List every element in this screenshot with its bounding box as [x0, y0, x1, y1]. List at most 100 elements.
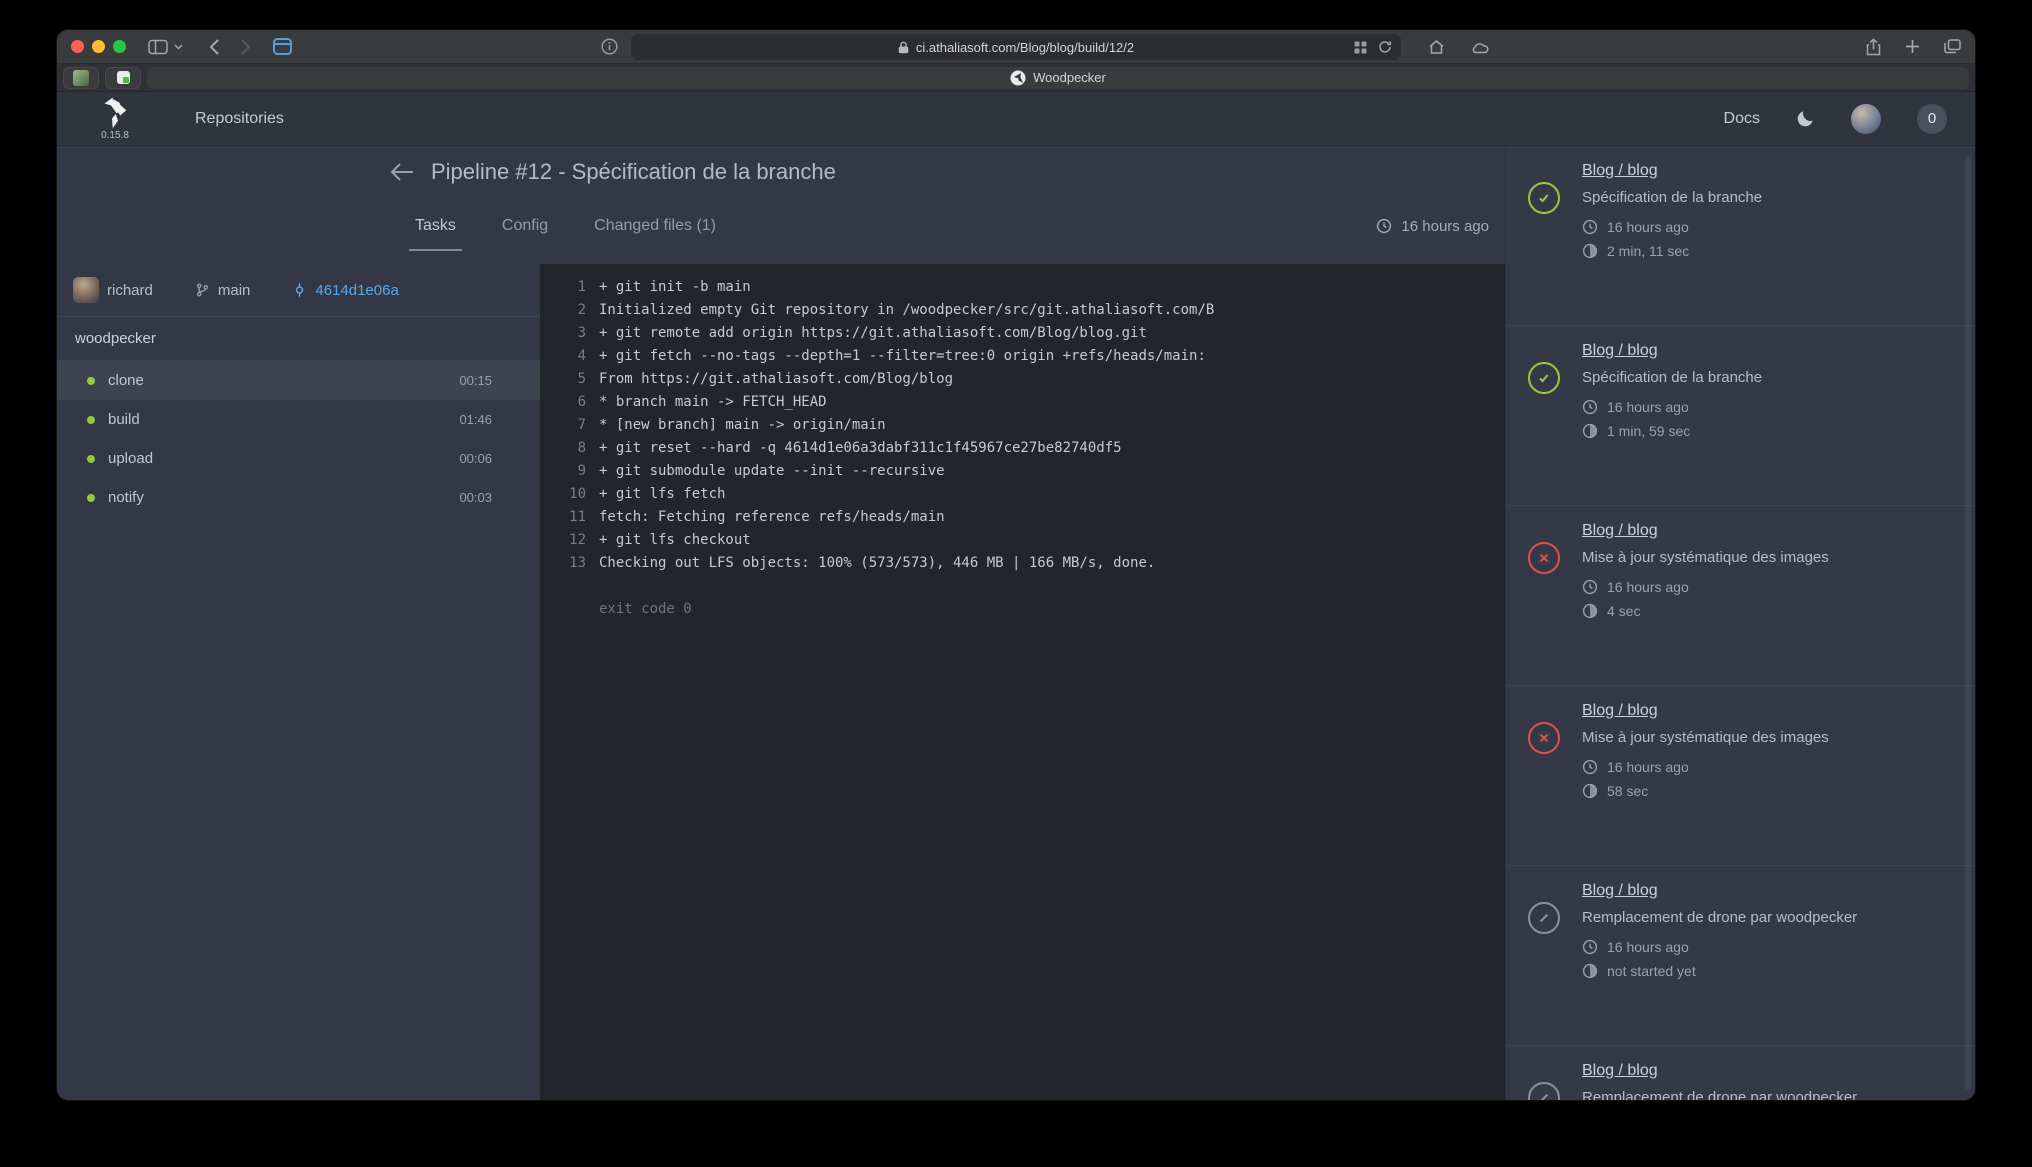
- address-bar[interactable]: ci.athaliasoft.com/Blog/blog/build/12/2: [631, 34, 1401, 60]
- log-line: 1+ git init -b main: [540, 276, 1505, 299]
- commit-message: Spécification de la branche: [1582, 189, 1762, 206]
- forward-button[interactable]: [240, 38, 251, 56]
- pipeline-list-item[interactable]: Blog / blog Spécification de la branche …: [1506, 146, 1975, 326]
- step-status-dot: [87, 377, 95, 385]
- pipeline-title: Pipeline #12 - Spécification de la branc…: [431, 159, 836, 185]
- duration-icon: [1582, 603, 1598, 619]
- pipeline-tabs: Tasks Config Changed files (1) 16 hours …: [57, 198, 1505, 254]
- zoom-window-button[interactable]: [113, 40, 126, 53]
- browser-window: ci.athaliasoft.com/Blog/blog/build/12/2: [57, 30, 1975, 1100]
- success-status-icon: [1528, 362, 1560, 394]
- clock-icon: [1582, 219, 1598, 235]
- log-line: 8+ git reset --hard -q 4614d1e06a3dabf31…: [540, 437, 1505, 460]
- back-arrow-icon[interactable]: [389, 161, 415, 183]
- step-duration: 00:15: [459, 373, 492, 388]
- duration-icon: [1582, 783, 1598, 799]
- commit-hash-link[interactable]: 4614d1e06a: [315, 282, 398, 299]
- tab-tasks[interactable]: Tasks: [409, 201, 462, 251]
- nav-docs-link[interactable]: Docs: [1724, 110, 1760, 128]
- clock-icon: [1582, 939, 1598, 955]
- dark-mode-moon-icon[interactable]: [1796, 109, 1815, 128]
- pinned-tab-2[interactable]: [105, 67, 141, 89]
- steps-panel: richard main 4614d1e06a: [57, 264, 540, 1100]
- new-tab-icon[interactable]: [1905, 39, 1920, 54]
- step-row-build[interactable]: build 01:46: [57, 400, 540, 439]
- pipeline-finished-time: 16 hours ago: [1376, 218, 1489, 235]
- log-line: 5From https://git.athaliasoft.com/Blog/b…: [540, 368, 1505, 391]
- pipelines-sidebar: Blog / blog Spécification de la branche …: [1505, 146, 1975, 1100]
- pinned-tab-2-favicon: [117, 71, 130, 84]
- woodpecker-logo: [101, 96, 129, 129]
- pinned-tab-1-favicon: [73, 70, 89, 86]
- clock-icon: [1582, 759, 1598, 775]
- pipeline-list-item[interactable]: Blog / blog Remplacement de drone par wo…: [1506, 866, 1975, 1046]
- build-meta-row: richard main 4614d1e06a: [57, 264, 540, 317]
- address-text: ci.athaliasoft.com/Blog/blog/build/12/2: [916, 40, 1134, 55]
- log-line: 13Checking out LFS objects: 100% (573/57…: [540, 552, 1505, 575]
- tab-changed-files[interactable]: Changed files (1): [588, 201, 722, 251]
- pipeline-list-item[interactable]: Blog / blog Spécification de la branche …: [1506, 326, 1975, 506]
- skipped-status-icon: [1528, 902, 1560, 934]
- reload-icon[interactable]: [1378, 40, 1392, 54]
- user-avatar[interactable]: [1851, 104, 1881, 134]
- repo-link[interactable]: Blog / blog: [1582, 522, 1658, 540]
- step-name: notify: [108, 489, 144, 506]
- pinned-tab-1[interactable]: [63, 67, 99, 89]
- step-name: build: [108, 411, 140, 428]
- duration-icon: [1582, 423, 1598, 439]
- log-line: 9+ git submodule update --init --recursi…: [540, 460, 1505, 483]
- close-window-button[interactable]: [71, 40, 84, 53]
- minimize-window-button[interactable]: [92, 40, 105, 53]
- pipeline-list-item[interactable]: Blog / blog Mise à jour systématique des…: [1506, 686, 1975, 866]
- blue-tab-icon[interactable]: [273, 38, 292, 55]
- app-navbar: 0.15.8 Repositories Docs 0: [57, 92, 1975, 146]
- pipeline-list-item[interactable]: Blog / blog Remplacement de drone par wo…: [1506, 1046, 1975, 1100]
- repo-link[interactable]: Blog / blog: [1582, 882, 1658, 900]
- sidebar-toggle-icon[interactable]: [148, 39, 168, 55]
- commit-message: Mise à jour systématique des images: [1582, 549, 1829, 566]
- app-version: 0.15.8: [101, 131, 129, 141]
- site-badge-icon[interactable]: [1354, 41, 1367, 54]
- author-item: richard: [73, 277, 153, 303]
- pipeline-main: Pipeline #12 - Spécification de la branc…: [57, 146, 1505, 1100]
- commit-message: Remplacement de drone par woodpecker: [1582, 909, 1857, 926]
- cloud-icon[interactable]: [1470, 40, 1490, 54]
- pipeline-list-item[interactable]: Blog / blog Mise à jour systématique des…: [1506, 506, 1975, 686]
- step-row-clone[interactable]: clone 00:15: [57, 361, 540, 400]
- queue-counter-badge[interactable]: 0: [1917, 104, 1947, 134]
- log-line: 6* branch main -> FETCH_HEAD: [540, 391, 1505, 414]
- active-tab[interactable]: Woodpecker: [147, 67, 1969, 89]
- branch-icon: [195, 282, 210, 298]
- page-info-icon[interactable]: [601, 38, 618, 55]
- share-icon[interactable]: [1866, 38, 1881, 56]
- browser-toolbar: ci.athaliasoft.com/Blog/blog/build/12/2: [57, 30, 1975, 64]
- step-row-upload[interactable]: upload 00:06: [57, 439, 540, 478]
- commit-item: 4614d1e06a: [292, 282, 398, 299]
- author-name: richard: [107, 282, 153, 299]
- step-status-dot: [87, 494, 95, 502]
- tab-overview-icon[interactable]: [1944, 39, 1961, 54]
- workflow-name: woodpecker: [57, 317, 540, 361]
- woodpecker-favicon: [1010, 70, 1026, 86]
- home-icon[interactable]: [1428, 39, 1445, 55]
- back-button[interactable]: [209, 38, 220, 56]
- step-row-notify[interactable]: notify 00:03: [57, 478, 540, 517]
- branch-name: main: [218, 282, 251, 299]
- tab-strip: Woodpecker: [57, 64, 1975, 92]
- repo-link[interactable]: Blog / blog: [1582, 342, 1658, 360]
- repo-link[interactable]: Blog / blog: [1582, 702, 1658, 720]
- nav-repositories-link[interactable]: Repositories: [195, 110, 284, 128]
- brand[interactable]: 0.15.8: [101, 96, 129, 141]
- repo-link[interactable]: Blog / blog: [1582, 1062, 1658, 1080]
- tab-config[interactable]: Config: [496, 201, 554, 251]
- skipped-status-icon: [1528, 1082, 1560, 1100]
- author-avatar: [73, 277, 99, 303]
- log-line: 2Initialized empty Git repository in /wo…: [540, 299, 1505, 322]
- step-name: clone: [108, 372, 144, 389]
- step-status-dot: [87, 455, 95, 463]
- commit-message: Remplacement de drone par woodpecker: [1582, 1089, 1857, 1100]
- sidebar-chevron-icon[interactable]: [174, 44, 183, 50]
- step-duration: 00:03: [459, 490, 492, 505]
- repo-link[interactable]: Blog / blog: [1582, 162, 1658, 180]
- clock-icon: [1582, 579, 1598, 595]
